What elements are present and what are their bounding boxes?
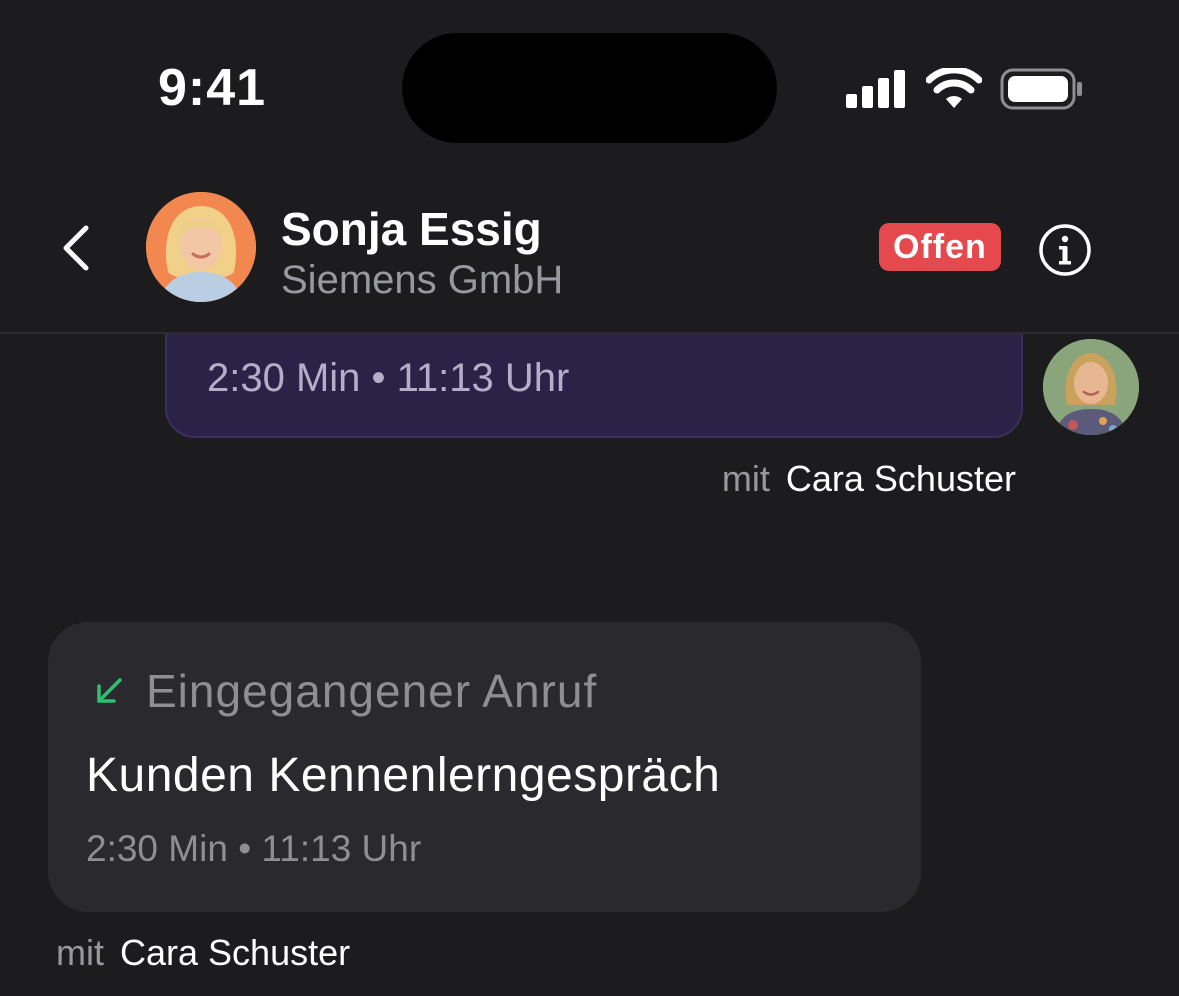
avatar-portrait <box>146 192 256 302</box>
avatar-portrait <box>1043 339 1139 435</box>
participant-name[interactable]: Cara Schuster <box>786 458 1016 499</box>
agent-avatar[interactable] <box>1043 339 1139 435</box>
contact-name[interactable]: Sonja Essig <box>281 202 542 256</box>
outgoing-call-bubble[interactable]: 2:30 Min • 11:13 Uhr <box>165 334 1023 438</box>
info-button[interactable] <box>1038 223 1092 277</box>
info-icon <box>1039 224 1091 276</box>
with-label: mit <box>56 932 104 973</box>
conversation-header: Sonja Essig Siemens GmbH Offen <box>0 180 1179 334</box>
call-meta: 2:30 Min • 11:13 Uhr <box>86 828 422 869</box>
contact-avatar[interactable] <box>146 192 256 302</box>
chevron-left-icon <box>63 225 89 271</box>
call-meta: 2:30 Min • 11:13 Uhr <box>207 356 570 400</box>
wifi-icon <box>926 68 982 108</box>
with-label: mit <box>721 458 770 499</box>
contact-company: Siemens GmbH <box>281 258 564 302</box>
battery-icon <box>1000 68 1082 110</box>
call-title: Kunden Kennenlerngespräch <box>86 749 721 802</box>
status-badge[interactable]: Offen <box>879 223 1001 271</box>
incoming-call-bubble[interactable]: Eingegangener Anruf Kunden Kennenlernges… <box>48 622 921 912</box>
arrow-down-left-icon <box>97 678 122 703</box>
status-icons <box>846 66 1086 110</box>
call-type-row: Eingegangener Anruf <box>94 664 597 718</box>
call-participant: mit Cara Schuster <box>722 458 1016 500</box>
call-participant: mit Cara Schuster <box>56 932 350 974</box>
participant-name[interactable]: Cara Schuster <box>120 932 350 973</box>
message-list[interactable]: 2:30 Min • 11:13 Uhr mit Cara Schuster Ei… <box>0 334 1179 996</box>
back-button[interactable] <box>50 220 100 276</box>
call-type: Eingegangener Anruf <box>146 665 598 717</box>
signal-icon <box>846 70 905 108</box>
status-time: 9:41 <box>158 59 267 117</box>
dynamic-island <box>402 33 777 143</box>
